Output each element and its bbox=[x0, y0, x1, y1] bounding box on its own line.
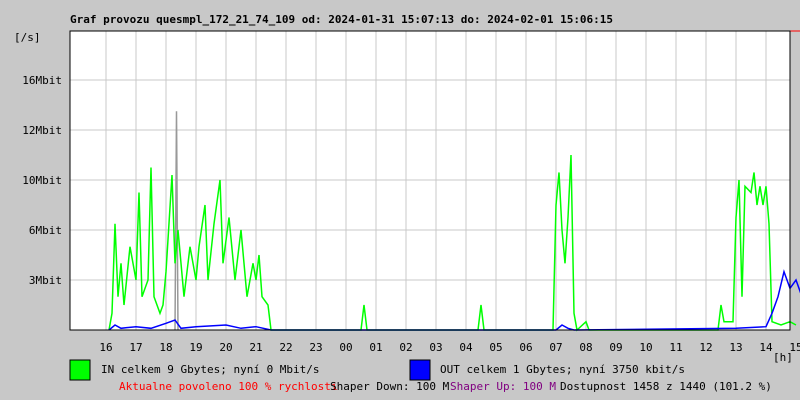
x-tick-label: 22 bbox=[279, 341, 292, 354]
x-tick-label: 06 bbox=[519, 341, 532, 354]
x-tick-label: 08 bbox=[579, 341, 592, 354]
x-tick-label: 23 bbox=[309, 341, 322, 354]
x-tick-label: 04 bbox=[459, 341, 473, 354]
footer-shaper-down: Shaper Down: 100 M bbox=[330, 380, 450, 393]
y-tick-label: 3Mbit bbox=[29, 274, 62, 287]
x-tick-label: 02 bbox=[399, 341, 412, 354]
x-tick-label: 10 bbox=[639, 341, 652, 354]
x-tick-label: 01 bbox=[369, 341, 382, 354]
y-tick-label: 12Mbit bbox=[22, 124, 62, 137]
x-tick-label: 03 bbox=[429, 341, 442, 354]
footer-shaper-up: Shaper Up: 100 M bbox=[450, 380, 556, 393]
chart-title: Graf provozu quesmpl_172_21_74_109 od: 2… bbox=[70, 13, 613, 26]
x-tick-label: 17 bbox=[129, 341, 142, 354]
chart-svg: Graf provozu quesmpl_172_21_74_109 od: 2… bbox=[14, 13, 800, 393]
x-ticks: 16 17 18 19 20 21 22 23 00 01 02 03 04 05 06 07 08 09 10 11… bbox=[99, 341, 800, 354]
x-axis-label: [h] bbox=[773, 351, 793, 364]
traffic-graph: Graf provozu quesmpl_172_21_74_109 od: 2… bbox=[0, 0, 800, 400]
y-tick-label: 10Mbit bbox=[22, 174, 62, 187]
y-tick-label: 16Mbit bbox=[22, 74, 62, 87]
x-tick-label: 19 bbox=[189, 341, 202, 354]
x-tick-label: 21 bbox=[249, 341, 262, 354]
legend-out-swatch bbox=[409, 359, 431, 381]
x-tick-label: 00 bbox=[339, 341, 352, 354]
x-tick-label: 11 bbox=[669, 341, 682, 354]
x-tick-label: 05 bbox=[489, 341, 502, 354]
legend-in-text: IN celkem 9 Gbytes; nyní 0 Mbit/s bbox=[101, 363, 320, 376]
legend-in-swatch bbox=[69, 359, 91, 381]
x-tick-label: 13 bbox=[729, 341, 742, 354]
x-tick-label: 20 bbox=[219, 341, 232, 354]
x-tick-label: 16 bbox=[99, 341, 112, 354]
y-ticks: 3Mbit 6Mbit 10Mbit 12Mbit 16Mbit bbox=[22, 74, 62, 287]
x-tick-label: 12 bbox=[699, 341, 712, 354]
x-tick-label: 07 bbox=[549, 341, 562, 354]
y-axis-label: [/s] bbox=[14, 31, 41, 44]
legend-out-text: OUT celkem 1 Gbytes; nyní 3750 kbit/s bbox=[440, 363, 685, 376]
footer-allowed: Aktualne povoleno 100 % rychlosti bbox=[119, 380, 338, 393]
footer-availability: Dostupnost 1458 z 1440 (101.2 %) bbox=[560, 380, 772, 393]
y-tick-label: 6Mbit bbox=[29, 224, 62, 237]
x-tick-label: 09 bbox=[609, 341, 622, 354]
x-tick-label: 14 bbox=[759, 341, 773, 354]
x-tick-label: 18 bbox=[159, 341, 172, 354]
